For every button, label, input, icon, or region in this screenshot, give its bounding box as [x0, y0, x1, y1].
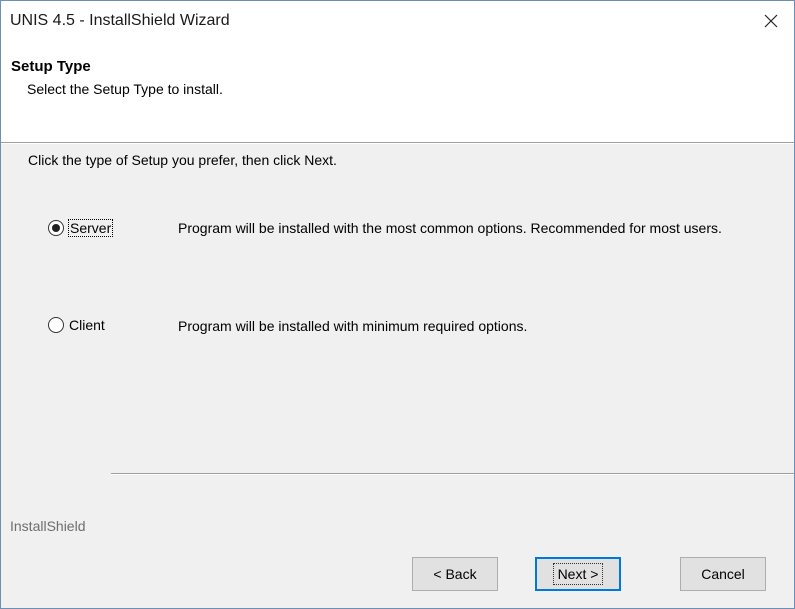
- instruction-text: Click the type of Setup you prefer, then…: [28, 152, 337, 168]
- server-description: Program will be installed with the most …: [178, 220, 722, 236]
- back-button[interactable]: < Back: [412, 557, 498, 591]
- back-button-label: < Back: [433, 566, 477, 582]
- window-title: UNIS 4.5 - InstallShield Wizard: [10, 12, 230, 29]
- client-radio-option[interactable]: Client: [48, 317, 106, 333]
- footer-divider: [111, 473, 794, 475]
- installshield-brand-label: InstallShield: [10, 518, 86, 534]
- close-icon: [764, 14, 778, 28]
- client-description: Program will be installed with minimum r…: [178, 318, 528, 334]
- page-title: Setup Type: [11, 58, 91, 75]
- client-radio-button[interactable]: [48, 317, 64, 333]
- server-radio-button[interactable]: [48, 220, 64, 236]
- close-button[interactable]: [748, 1, 794, 41]
- next-button-label: Next >: [552, 563, 604, 585]
- installer-window: UNIS 4.5 - InstallShield Wizard Setup Ty…: [0, 0, 795, 609]
- page-subtitle: Select the Setup Type to install.: [27, 81, 223, 97]
- wizard-header: Setup Type Select the Setup Type to inst…: [1, 41, 794, 143]
- cancel-button-label: Cancel: [701, 566, 745, 582]
- next-button[interactable]: Next >: [535, 557, 621, 591]
- title-bar: UNIS 4.5 - InstallShield Wizard: [1, 1, 794, 41]
- client-radio-label[interactable]: Client: [68, 317, 106, 333]
- server-radio-option[interactable]: Server: [48, 219, 114, 237]
- header-divider: [1, 143, 794, 144]
- server-radio-label[interactable]: Server: [68, 219, 114, 237]
- cancel-button[interactable]: Cancel: [680, 557, 766, 591]
